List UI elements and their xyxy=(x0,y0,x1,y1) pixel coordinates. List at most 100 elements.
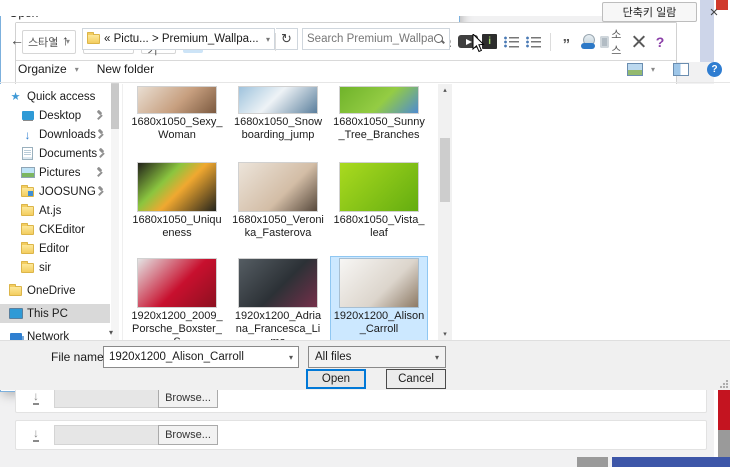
sidebar-item-at-js[interactable]: At.js xyxy=(0,201,110,220)
sidebar-item-desktop[interactable]: Desktop xyxy=(0,106,110,125)
file-name-combobox[interactable]: 1920x1200_Alison_Carroll ▾ xyxy=(103,346,299,368)
file-item[interactable]: 1920x1200_2009_Porsche_Boxster_S xyxy=(128,256,226,352)
history-dropdown-icon[interactable]: ▾ xyxy=(52,36,56,45)
file-thumbnail xyxy=(340,163,418,211)
sidebar-item-label: Downloads xyxy=(39,129,96,141)
help-icon: ? xyxy=(707,62,722,77)
chevron-down-icon: ▾ xyxy=(651,65,655,74)
browse-button[interactable]: Browse... xyxy=(158,388,218,408)
file-name-label: 1680x1050_Sunny_Tree_Branches xyxy=(333,116,425,142)
sidebar-item-joosung[interactable]: JOOSUNG xyxy=(0,182,110,201)
files-scrollbar[interactable]: ▴ ▾ xyxy=(438,84,452,340)
close-button[interactable]: × xyxy=(698,0,730,24)
breadcrumb-root[interactable]: « Pictu... xyxy=(104,33,149,45)
resize-grip[interactable] xyxy=(720,380,728,388)
file-type-value: All files xyxy=(315,351,435,363)
sidebar-item-pictures[interactable]: Pictures xyxy=(0,163,110,182)
shortcut-list-button[interactable]: 단축키 일람 xyxy=(602,2,697,22)
breadcrumb-separator: > xyxy=(152,33,159,45)
divider xyxy=(0,82,730,83)
folder-icon xyxy=(21,244,34,254)
file-path-field[interactable]: Browse... xyxy=(54,425,218,445)
sidebar-item-label: CKEditor xyxy=(39,224,85,236)
chevron-down-icon[interactable]: ▾ xyxy=(435,353,439,362)
scroll-up-icon[interactable]: ▴ xyxy=(438,84,452,96)
sidebar-item-this-pc[interactable]: This PC xyxy=(0,304,110,323)
sidebar-item-documents[interactable]: Documents xyxy=(0,144,110,163)
open-file-dialog: Open × ← → ▾ ↑ « Pictu... > Premium_Wall… xyxy=(0,0,460,392)
sidebar-item-label: JOOSUNG xyxy=(39,186,96,198)
thumbnail-view-icon xyxy=(627,63,643,76)
browse-button[interactable]: Browse... xyxy=(158,425,218,445)
view-mode-button[interactable]: ▾ xyxy=(627,63,655,76)
file-name-label: 1680x1050_Veronika_Fasterova xyxy=(232,214,324,240)
file-name-label: 1680x1050_Snowboarding_jump xyxy=(232,116,324,142)
dialog-help-button[interactable]: ? xyxy=(707,62,722,77)
chevron-down-icon[interactable]: ▾ xyxy=(266,35,270,44)
upload-icon: ↓ xyxy=(28,428,44,442)
folder-icon xyxy=(21,206,34,216)
file-item[interactable]: 1680x1050_Uniqueness xyxy=(128,160,226,256)
file-upload-row: ↓ Browse... xyxy=(15,420,707,450)
organize-menu[interactable]: Organize ▾ xyxy=(18,62,79,76)
file-name-label: 1680x1050_Sexy_Woman xyxy=(131,116,223,142)
search-text: Search Premium_WallpapersP... xyxy=(307,33,433,45)
back-button[interactable]: ← xyxy=(10,32,24,48)
mouse-cursor xyxy=(472,34,485,58)
sidebar-item-ckeditor[interactable]: CKEditor xyxy=(0,220,110,239)
file-path-field[interactable]: Browse... xyxy=(54,388,218,408)
navigation-bar: ← → ▾ ↑ « Pictu... > Premium_Wallpa... ▾… xyxy=(0,24,730,56)
pin-icon xyxy=(96,187,105,196)
folder-icon xyxy=(21,263,34,273)
file-item[interactable]: 1920x1200_Alison_Carroll xyxy=(330,256,428,352)
pin-icon xyxy=(96,130,105,139)
sidebar-scroll-down-icon[interactable]: ▾ xyxy=(109,328,113,337)
file-type-dropdown[interactable]: All files ▾ xyxy=(308,346,446,368)
open-button[interactable]: Open xyxy=(306,369,366,389)
breadcrumb-current[interactable]: Premium_Wallpa... xyxy=(162,33,259,45)
file-item[interactable]: 1920x1200_Adriana_Francesca_Lima xyxy=(229,256,327,352)
scrollbar-thumb[interactable] xyxy=(440,138,450,202)
up-button[interactable]: ↑ xyxy=(62,32,69,48)
dialog-body: ★Quick access Desktop ↓DownloadsDocuments P… xyxy=(0,84,730,340)
file-thumbnail xyxy=(239,259,317,307)
occluded-gray-fragment xyxy=(577,457,608,467)
search-icon[interactable] xyxy=(433,33,445,45)
file-thumbnail xyxy=(239,87,317,113)
refresh-button[interactable]: ↻ xyxy=(276,28,298,50)
sidebar-item-downloads[interactable]: ↓Downloads xyxy=(0,125,110,144)
address-breadcrumb[interactable]: « Pictu... > Premium_Wallpa... ▾ xyxy=(82,28,275,50)
computer-icon xyxy=(9,308,23,319)
chevron-down-icon[interactable]: ▾ xyxy=(289,353,293,362)
file-item[interactable]: 1680x1050_Vista_leaf xyxy=(330,160,428,256)
file-name-value[interactable]: 1920x1200_Alison_Carroll xyxy=(109,351,289,363)
file-item[interactable]: 1680x1050_Veronika_Fasterova xyxy=(229,160,327,256)
scroll-down-icon[interactable]: ▾ xyxy=(438,328,452,340)
organize-label: Organize xyxy=(18,62,67,76)
upload-icon: ↓ xyxy=(28,391,44,405)
file-name-label: 1680x1050_Uniqueness xyxy=(131,214,223,240)
new-folder-button[interactable]: New folder xyxy=(97,62,154,76)
sidebar-item-network[interactable]: Network xyxy=(0,327,110,340)
sidebar-item-quick-access[interactable]: ★Quick access xyxy=(0,87,110,106)
sidebar-item-sir[interactable]: sir xyxy=(0,258,110,277)
file-item[interactable]: 1680x1050_Sunny_Tree_Branches xyxy=(330,84,428,160)
file-thumbnail xyxy=(138,163,216,211)
file-item[interactable]: 1680x1050_Sexy_Woman xyxy=(128,84,226,160)
preview-pane-button[interactable] xyxy=(673,63,689,76)
picture-icon xyxy=(21,167,35,178)
folder-icon xyxy=(21,225,34,235)
file-item[interactable]: 1680x1050_Snowboarding_jump xyxy=(229,84,327,160)
search-input[interactable]: Search Premium_WallpapersP... xyxy=(302,28,450,50)
sidebar-item-onedrive[interactable]: OneDrive xyxy=(0,281,110,300)
sidebar-item-label: Pictures xyxy=(39,167,81,179)
scrollbar-thumb[interactable] xyxy=(112,84,118,128)
cancel-button[interactable]: Cancel xyxy=(386,369,446,389)
sidebar-scrollbar[interactable] xyxy=(111,84,119,340)
forward-button[interactable]: → xyxy=(32,32,46,48)
sidebar-item-label: Desktop xyxy=(39,110,81,122)
sidebar-item-editor[interactable]: Editor xyxy=(0,239,110,258)
star-icon: ★ xyxy=(11,90,21,103)
preview-pane-icon xyxy=(673,63,689,76)
sidebar-item-label: At.js xyxy=(39,205,61,217)
